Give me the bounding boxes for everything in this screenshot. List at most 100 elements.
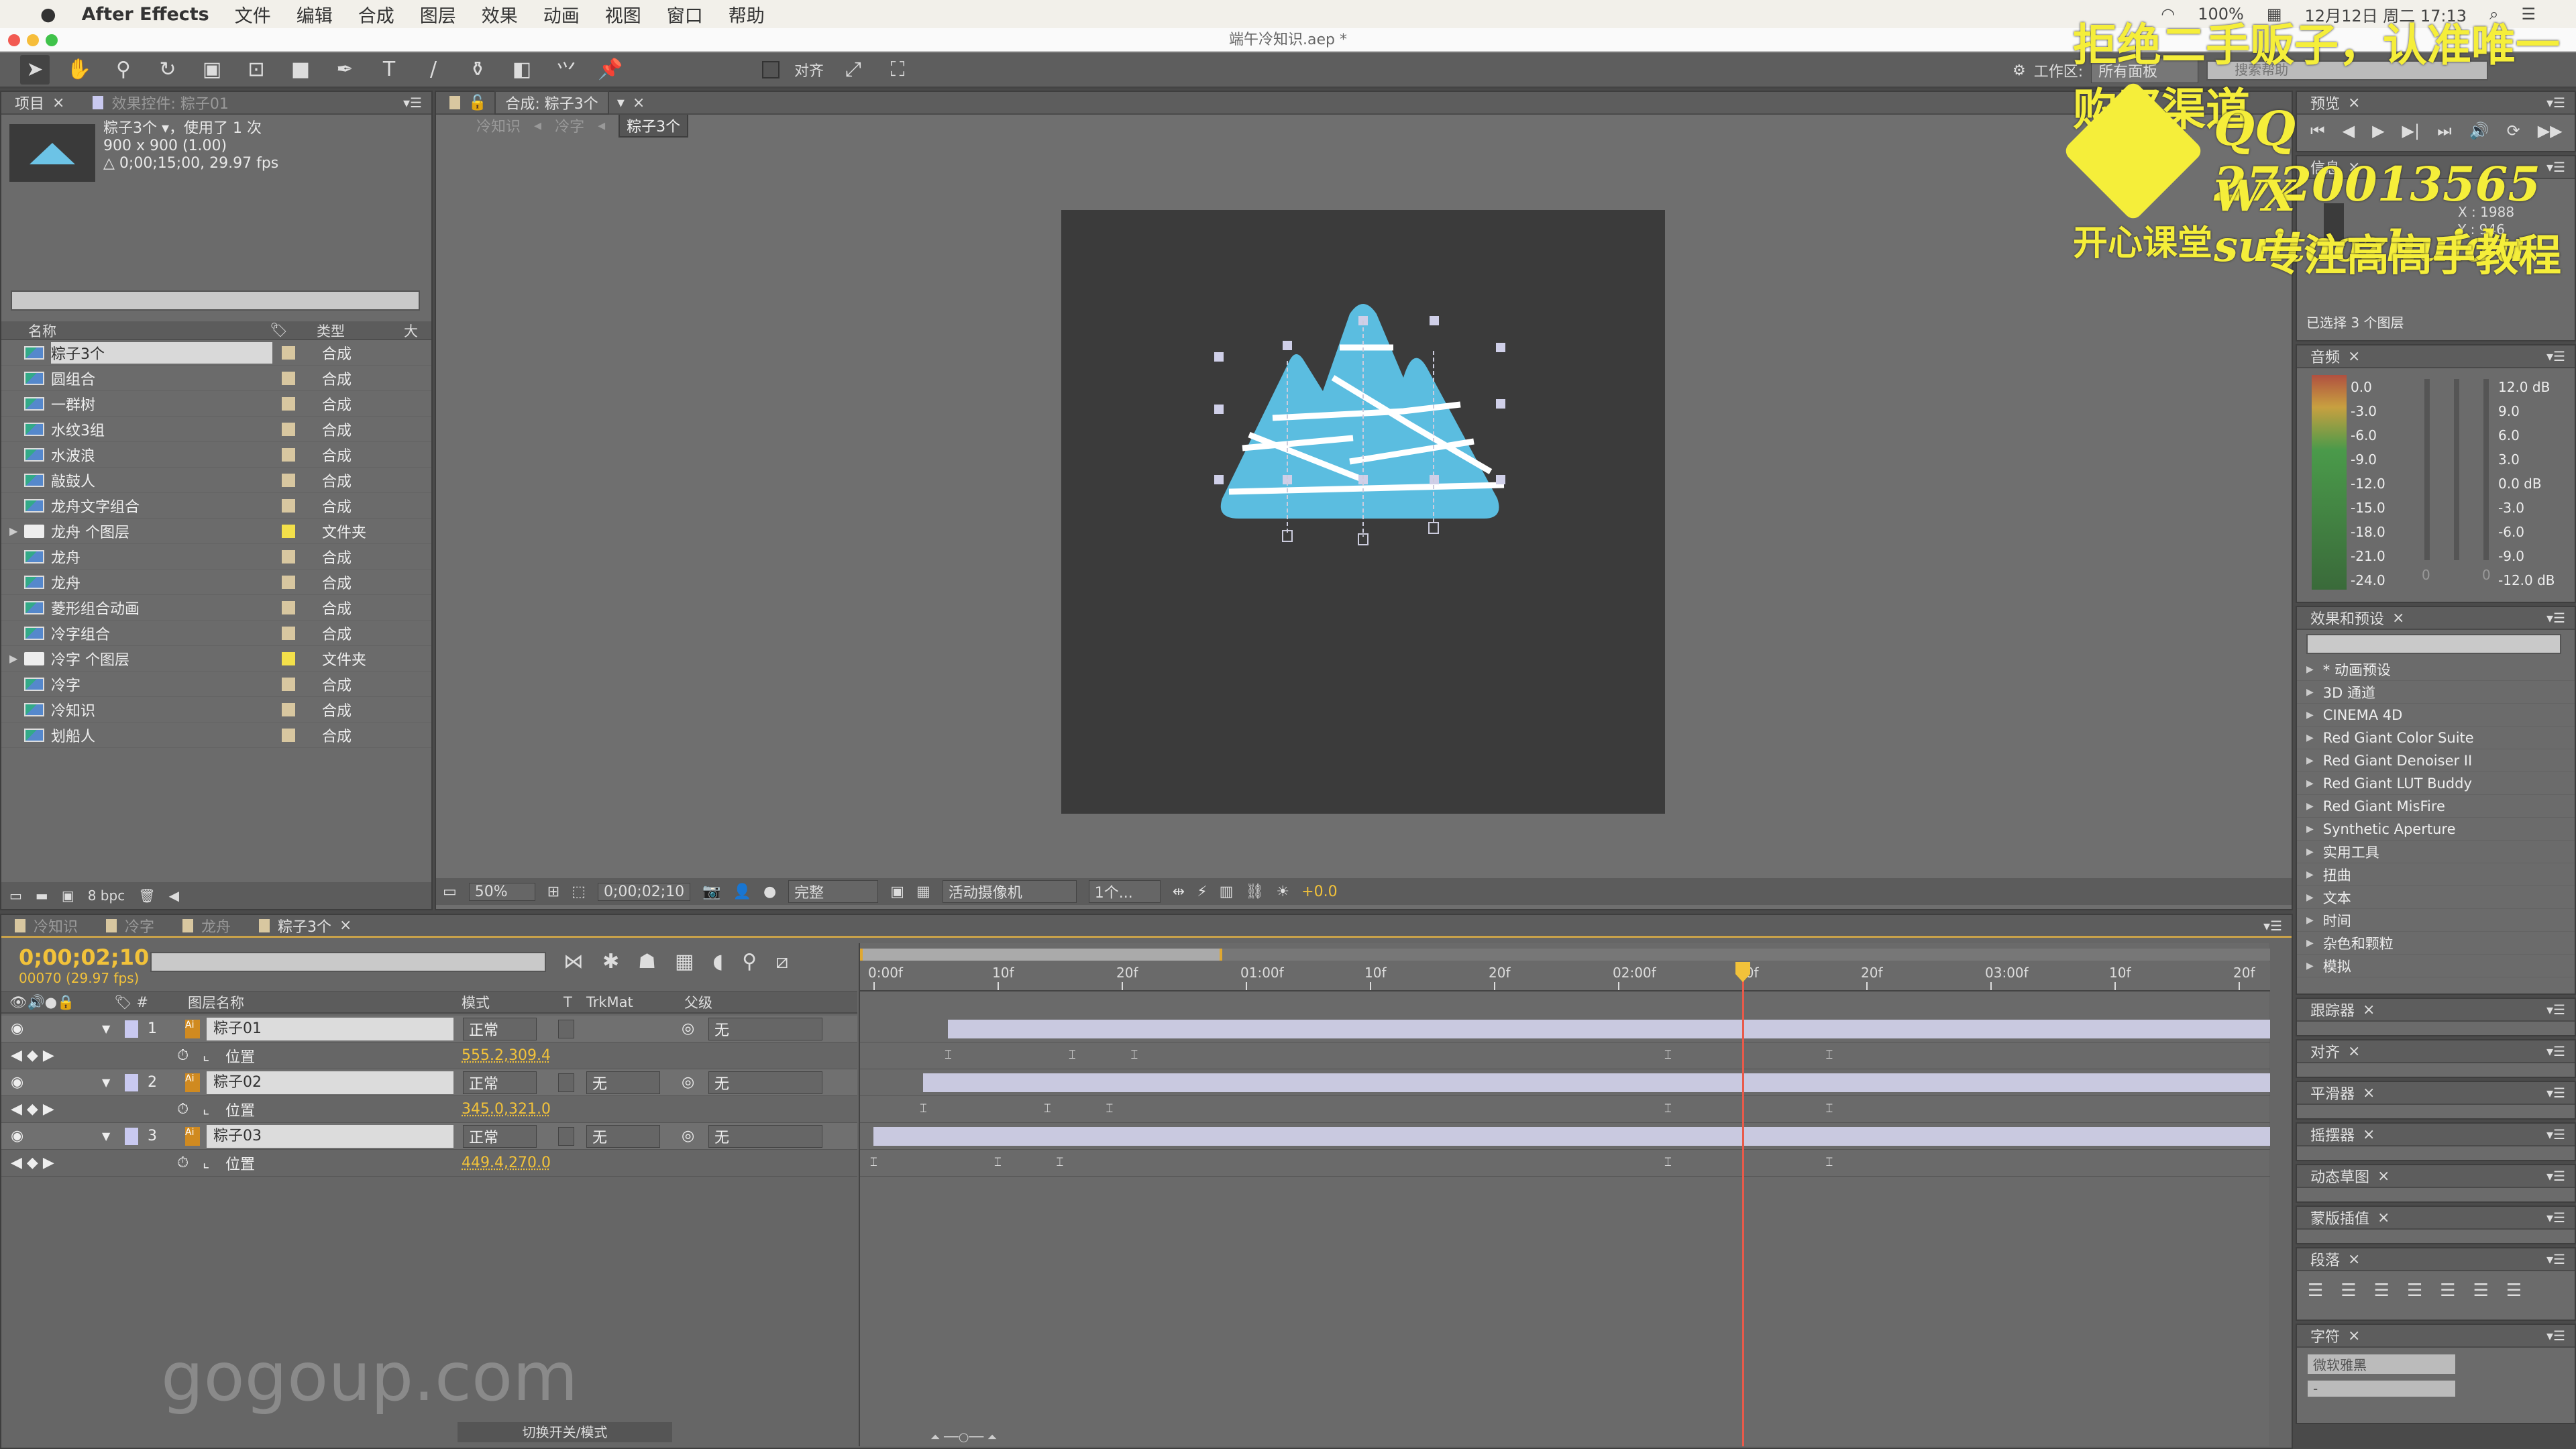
- label-color-icon[interactable]: [282, 473, 295, 487]
- effects-category[interactable]: ▶ 文本: [2297, 886, 2575, 909]
- frame-blending-icon[interactable]: ▦: [675, 950, 694, 973]
- menu-view[interactable]: 视图: [605, 1, 641, 28]
- project-item[interactable]: 水波浪 合成: [1, 442, 431, 468]
- close-icon[interactable]: ×: [2348, 1043, 2360, 1060]
- layer-duration-bar[interactable]: [948, 1020, 2270, 1038]
- expand-arrow-icon[interactable]: ▶: [2306, 892, 2314, 903]
- breadcrumb-item[interactable]: 冷字: [555, 115, 584, 136]
- project-item-name[interactable]: 敲鼓人: [51, 470, 272, 491]
- close-icon[interactable]: ×: [2348, 1328, 2360, 1344]
- effects-category[interactable]: ▶ 杂色和颗粒: [2297, 932, 2575, 955]
- layer-duration-bar[interactable]: [923, 1073, 2270, 1092]
- project-item-name[interactable]: 冷字 个图层: [51, 648, 272, 669]
- label-color-icon[interactable]: [282, 575, 295, 589]
- layer-name[interactable]: 粽子01: [207, 1017, 453, 1040]
- comp-canvas[interactable]: [1061, 210, 1665, 814]
- panel-menu-icon[interactable]: ▾☰: [2546, 1126, 2565, 1142]
- close-icon[interactable]: ×: [52, 95, 64, 111]
- keyframe[interactable]: ⌶: [1069, 1049, 1076, 1061]
- close-icon[interactable]: ×: [2363, 1126, 2375, 1143]
- align-left-icon[interactable]: ☰: [2308, 1281, 2323, 1301]
- close-icon[interactable]: ×: [2348, 1251, 2360, 1268]
- panel-menu-icon[interactable]: ▾☰: [2546, 610, 2565, 626]
- project-item[interactable]: 一群树 合成: [1, 391, 431, 417]
- work-area-bar[interactable]: [860, 949, 1222, 961]
- justify-left-icon[interactable]: ☰: [2407, 1281, 2422, 1301]
- position-value[interactable]: 345.0,321.0: [462, 1101, 551, 1118]
- camera-select[interactable]: 活动摄像机: [942, 880, 1077, 903]
- expand-arrow-icon[interactable]: ▶: [1, 652, 24, 665]
- effects-category[interactable]: ▶ 实用工具: [2297, 841, 2575, 863]
- project-item-name[interactable]: 龙舟: [51, 546, 272, 568]
- close-icon[interactable]: ×: [339, 917, 352, 934]
- time-ruler[interactable]: 0:00f 10f 20f 01:00f 10f 20f 02:00f 10f 20f 03:00…: [860, 962, 2270, 991]
- keyframe[interactable]: ⌶: [1826, 1157, 1833, 1169]
- interpret-footage-icon[interactable]: ▭: [9, 888, 22, 904]
- keyframe[interactable]: ⌶: [1826, 1103, 1833, 1115]
- tab-timeline[interactable]: 冷字: [125, 915, 154, 936]
- panel-tab[interactable]: 跟踪器: [2310, 999, 2355, 1020]
- justify-all-icon[interactable]: ☰: [2506, 1281, 2522, 1301]
- keyframe[interactable]: ⌶: [945, 1049, 952, 1061]
- always-preview-icon[interactable]: ▭: [443, 883, 457, 900]
- project-item-name[interactable]: 水纹3组: [51, 419, 272, 440]
- layer-mode-select[interactable]: 正常: [463, 1017, 537, 1040]
- camera-tool-icon[interactable]: ▣: [197, 55, 227, 85]
- column-name-header[interactable]: 名称: [1, 321, 270, 341]
- layer-name[interactable]: 粽子02: [207, 1071, 453, 1094]
- motion-blur-icon[interactable]: ◖: [712, 950, 723, 973]
- menu-edit[interactable]: 编辑: [297, 1, 333, 28]
- project-item-name[interactable]: 龙舟文字组合: [51, 495, 272, 517]
- project-item[interactable]: ▶ 冷字 个图层 文件夹: [1, 646, 431, 672]
- project-item[interactable]: 敲鼓人 合成: [1, 468, 431, 493]
- panel-tab[interactable]: 摇摆器: [2310, 1124, 2355, 1145]
- project-item-name[interactable]: 冷字: [51, 674, 272, 695]
- expand-arrow-icon[interactable]: ▶: [2306, 778, 2314, 789]
- position-value[interactable]: 555.2,309.4: [462, 1047, 551, 1064]
- comp-tab-select[interactable]: 合成: 粽子3个: [494, 91, 609, 115]
- label-color-icon[interactable]: [282, 524, 295, 538]
- pickwhip-icon[interactable]: ◎: [682, 1074, 694, 1091]
- panel-tab[interactable]: 蒙版插值: [2310, 1207, 2369, 1228]
- label-color-icon[interactable]: [125, 1073, 138, 1091]
- label-color-icon[interactable]: [282, 600, 295, 614]
- effects-category[interactable]: ▶ Synthetic Aperture: [2297, 818, 2575, 841]
- project-item-name[interactable]: 龙舟: [51, 572, 272, 593]
- project-item[interactable]: 龙舟 合成: [1, 570, 431, 595]
- keyframe-navigator-icon[interactable]: ◀ ◆ ▶: [11, 1101, 54, 1118]
- current-time-indicator[interactable]: [1735, 962, 1750, 1446]
- align-checkbox[interactable]: [762, 60, 780, 78]
- flowchart-icon[interactable]: ⛓: [1245, 883, 1264, 900]
- effects-category[interactable]: ▶ Red Giant Denoiser II: [2297, 749, 2575, 772]
- keyframe[interactable]: ⌶: [1664, 1103, 1672, 1115]
- expand-arrow-icon[interactable]: ▶: [2306, 915, 2314, 926]
- expand-arrow-icon[interactable]: ▶: [2306, 801, 2314, 812]
- audio-slider-master[interactable]: [2454, 379, 2459, 560]
- panel-menu-icon[interactable]: ▾☰: [2546, 1328, 2565, 1344]
- pen-tool-icon[interactable]: ✒: [330, 55, 360, 85]
- project-item[interactable]: 冷字组合 合成: [1, 621, 431, 646]
- label-color-icon[interactable]: [282, 371, 295, 385]
- label-color-icon[interactable]: [282, 498, 295, 513]
- trkmat-header[interactable]: TrkMat: [586, 994, 633, 1010]
- minimize-window-button[interactable]: [27, 34, 39, 46]
- parent-header[interactable]: 父级: [684, 992, 712, 1012]
- layer-name[interactable]: 粽子03: [207, 1124, 453, 1148]
- resolution-select[interactable]: 完整: [788, 880, 879, 903]
- column-type-header[interactable]: 类型: [317, 321, 404, 341]
- zoom-tool-icon[interactable]: ⚲: [109, 55, 138, 85]
- close-window-button[interactable]: [8, 34, 20, 46]
- trkmat-select[interactable]: 无: [586, 1071, 660, 1094]
- effects-category[interactable]: ▶ 3D 通道: [2297, 681, 2575, 704]
- tab-project[interactable]: 项目: [15, 92, 44, 113]
- keyframe[interactable]: ⌶: [870, 1157, 877, 1169]
- expand-arrow-icon[interactable]: ▶: [2306, 733, 2314, 743]
- position-value[interactable]: 449.4,270.0: [462, 1155, 551, 1171]
- puppet-pin-tool-icon[interactable]: 📌: [596, 55, 625, 85]
- project-item-name[interactable]: 划船人: [51, 724, 272, 746]
- fast-preview-icon[interactable]: ▣: [890, 883, 904, 900]
- stopwatch-icon[interactable]: ⏱: [177, 1155, 189, 1171]
- zoom-window-button[interactable]: [46, 34, 58, 46]
- menu-file[interactable]: 文件: [235, 1, 271, 28]
- stopwatch-icon[interactable]: ⏱: [177, 1047, 189, 1064]
